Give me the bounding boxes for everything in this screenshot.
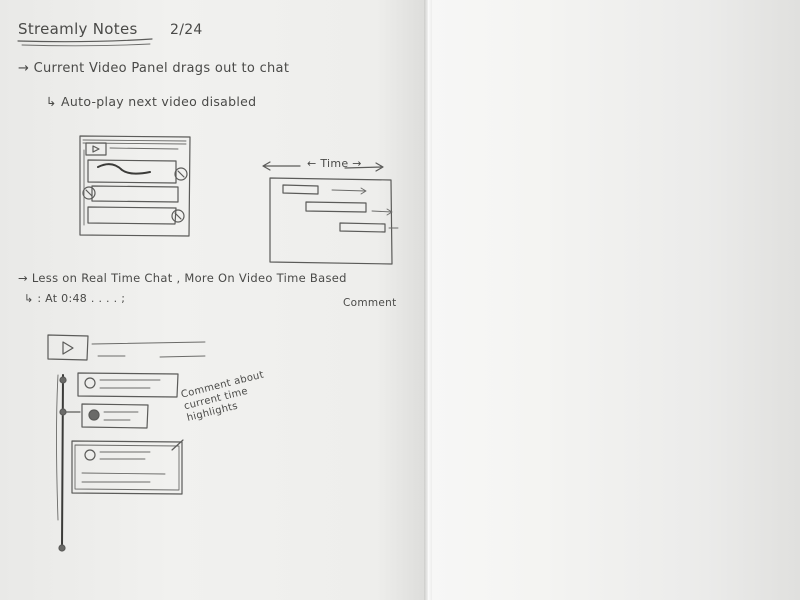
wireframe-time-comments [47, 334, 206, 552]
notebook-title: Streamly Notes [18, 20, 138, 38]
notebook-date: 2/24 [170, 22, 203, 38]
note-line-1: → Current Video Panel drags out to chat [18, 61, 290, 76]
time-label: ← Time → [307, 157, 362, 170]
note-line-2: ↳ Auto-play next video disabled [46, 94, 257, 109]
note-line-4: ↳ : At 0:48 . . . . ; [24, 292, 126, 305]
wireframe-timeline-panel [262, 161, 399, 265]
wireframe-chat-panel [79, 135, 191, 237]
title-underline [17, 38, 153, 43]
note-line-4-continued: Comment [343, 297, 397, 309]
note-line-3: → Less on Real Time Chat , More On Video… [18, 271, 347, 285]
notebook-spread: Streamly Notes 2/24 → Current Video Pane… [0, 0, 800, 600]
title-underline-2 [21, 43, 151, 47]
